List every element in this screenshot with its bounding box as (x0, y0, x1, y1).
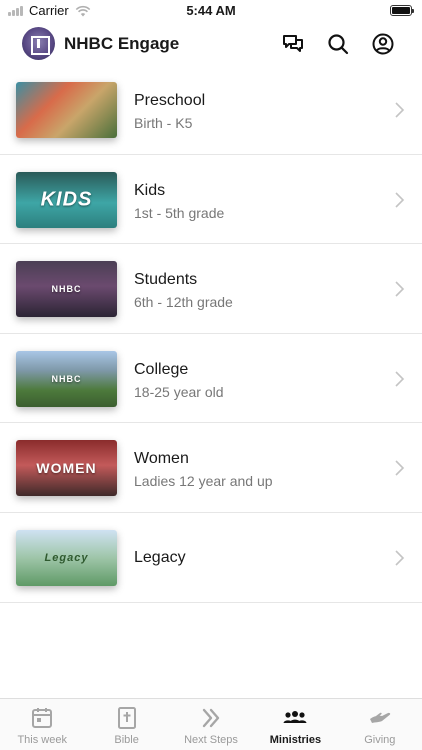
app-header: NHBC Engage (0, 22, 422, 68)
ministry-title: College (134, 360, 189, 378)
ministry-subtitle: Birth - K5 (134, 115, 193, 131)
search-icon[interactable] (325, 31, 351, 57)
preschool-thumbnail (16, 82, 117, 138)
tab-next-steps[interactable]: Next Steps (169, 699, 253, 750)
chevron-right-icon (395, 281, 405, 297)
double-chevron-icon (199, 707, 223, 729)
ministry-row-women[interactable]: WOMEN Women Ladies 12 year and up (0, 423, 422, 513)
tab-this-week[interactable]: This week (0, 699, 84, 750)
app-title: NHBC Engage (64, 34, 180, 53)
ministry-subtitle: 6th - 12th grade (134, 294, 233, 311)
ministry-row-college[interactable]: NHBC College 18-25 year old (0, 334, 422, 424)
chevron-right-icon (395, 460, 405, 476)
status-time: 5:44 AM (186, 3, 236, 18)
ministry-list: Preschool Birth - K5 KIDS Kids 1st - 5th… (0, 65, 422, 603)
women-thumbnail-text: WOMEN (36, 460, 97, 477)
students-thumbnail: NHBC (16, 261, 117, 318)
ministry-title: Legacy (134, 548, 186, 566)
tab-label: Ministries (269, 734, 322, 746)
tab-bible[interactable]: Bible (84, 699, 168, 750)
account-icon[interactable] (370, 31, 396, 57)
battery-icon (390, 5, 414, 16)
tab-label: Next Steps (184, 734, 238, 746)
ministry-row-legacy[interactable]: Legacy Legacy (0, 513, 422, 603)
ministry-subtitle: 18-25 year old (134, 383, 224, 400)
kids-thumbnail-text: KIDS (40, 188, 93, 211)
women-thumbnail: WOMEN (16, 440, 117, 497)
ministry-title: Preschool (134, 92, 206, 109)
chevron-right-icon (395, 371, 405, 387)
tab-label: Bible (114, 734, 139, 746)
calendar-icon (30, 707, 54, 729)
chevron-right-icon (395, 192, 405, 208)
tab-label: Giving (364, 734, 396, 746)
giving-hand-icon (368, 707, 392, 729)
tab-ministries[interactable]: Ministries (253, 699, 337, 750)
church-logo[interactable] (22, 27, 55, 60)
ministry-subtitle: Ladies 12 year and up (134, 473, 273, 490)
tab-bar: This week Bible Next Steps Ministries Gi… (0, 698, 422, 750)
chevron-right-icon (395, 550, 405, 566)
ministry-row-kids[interactable]: KIDS Kids 1st - 5th grade (0, 155, 422, 245)
college-thumbnail: NHBC (16, 350, 117, 407)
ministry-row-students[interactable]: NHBC Students 6th - 12th grade (0, 244, 422, 334)
ministry-title: Women (134, 450, 189, 468)
legacy-thumbnail-text: Legacy (44, 551, 89, 564)
ministry-title: Students (134, 271, 198, 289)
legacy-thumbnail: Legacy (16, 529, 117, 586)
students-thumbnail-text: NHBC (51, 284, 82, 295)
tab-giving[interactable]: Giving (338, 699, 422, 750)
bible-icon (115, 707, 139, 729)
ministry-title: Kids (134, 181, 166, 199)
chevron-right-icon (395, 102, 405, 118)
college-thumbnail-text: NHBC (51, 373, 82, 384)
tab-label: This week (17, 734, 67, 746)
kids-thumbnail: KIDS (16, 171, 117, 228)
chat-icon[interactable] (280, 31, 306, 57)
ministry-row-preschool[interactable]: Preschool Birth - K5 (0, 65, 422, 155)
people-group-icon (283, 707, 307, 729)
status-bar: Carrier 5:44 AM (0, 0, 422, 22)
ministry-subtitle: 1st - 5th grade (134, 204, 225, 221)
